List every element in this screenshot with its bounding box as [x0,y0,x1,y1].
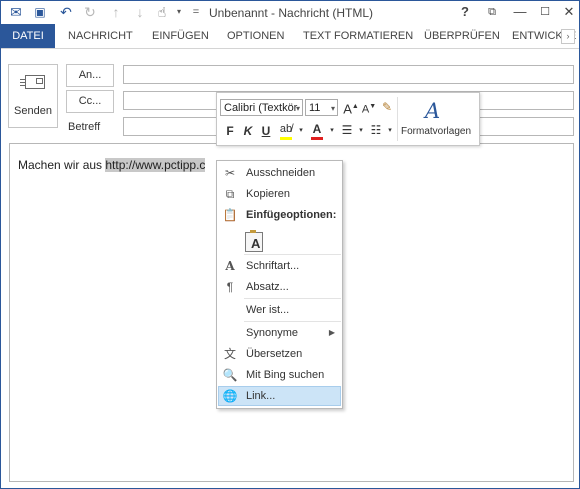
tab-datei[interactable]: DATEI [1,24,55,48]
clipboard-icon: 📋 [222,208,238,222]
undo-icon[interactable]: ↶ [58,4,74,20]
menu-item-cut[interactable]: ✂ Ausschneiden [218,163,341,183]
tab-einfuegen[interactable]: EINFÜGEN [152,24,209,48]
tab-nachricht[interactable]: NACHRICHT [68,24,133,48]
underline-button[interactable]: U [257,122,275,140]
mini-toolbar: Calibri (Textkör ▾ 11 ▾ A▲ A▼ ✎ F K U ab… [216,92,480,146]
styles-label: Formatvorlagen [401,126,472,137]
help-button[interactable]: ? [456,4,474,20]
format-painter-icon[interactable]: ✎ [378,98,396,116]
to-button[interactable]: An... [66,64,114,87]
font-color-bar [311,137,323,140]
scissors-icon: ✂ [224,166,236,180]
search-icon: 🔍 [222,368,238,382]
to-field[interactable] [123,65,574,84]
link-icon: 🌐 [222,389,238,403]
menu-item-link[interactable]: 🌐 Link... [218,386,341,406]
menu-item-translate[interactable]: 文 Übersetzen [218,344,341,364]
font-size-dropdown[interactable]: 11 ▾ [305,99,338,116]
font-icon: A [225,259,235,273]
paste-keep-formatting-icon[interactable]: A [245,230,263,252]
send-label: Senden [14,105,52,117]
menu-separator [244,298,341,299]
styles-icon: A [425,99,441,123]
menu-item-paragraph[interactable]: ¶ Absatz... [218,277,341,297]
context-menu: ✂ Ausschneiden ⧉ Kopieren 📋 Einfügeoptio… [216,160,343,409]
ribbon-scroll-right-button[interactable]: › [561,29,575,44]
menu-item-label: Ausschneiden [246,167,316,179]
grow-font-glyph: A [343,101,352,117]
menu-item-bing[interactable]: 🔍 Mit Bing suchen [218,365,341,385]
bold-button[interactable]: F [221,122,239,140]
menu-item-label: Übersetzen [246,348,303,360]
font-name-dropdown[interactable]: Calibri (Textkör ▾ [220,99,303,116]
menu-item-label: Absatz... [246,281,289,293]
styles-button[interactable]: A Formatvorlagen [401,97,471,141]
selected-link-text[interactable]: http://www.pctipp.c [105,158,206,172]
title-bar: ✉ ▣ ↶ ↻ ↑ ↓ ☝ ▾ = Unbenannt - Nachricht … [1,1,579,23]
message-text-plain: Machen wir aus [18,158,106,172]
menu-item-label: Synonyme [246,327,298,339]
close-button[interactable]: ✕ [560,4,578,20]
italic-button[interactable]: K [239,122,257,140]
menu-separator [244,254,341,255]
copy-icon: ⧉ [225,187,235,201]
touch-mode-dropdown-icon[interactable]: ▾ [171,4,187,20]
shrink-font-icon[interactable]: A▼ [360,98,378,116]
grow-font-icon[interactable]: A▲ [342,98,360,116]
maximize-button[interactable]: ☐ [536,4,554,20]
submenu-arrow-icon: ▶ [328,328,335,337]
menu-item-label: Schriftart... [246,260,300,272]
menu-item-who-is[interactable]: Wer ist... [218,300,341,320]
tab-text-formatieren[interactable]: TEXT FORMATIEREN [303,24,413,48]
menu-separator [244,321,341,322]
menu-item-copy[interactable]: ⧉ Kopieren [218,184,341,204]
outlook-logo-icon[interactable]: ✉ [8,4,24,20]
font-size-value: 11 [309,102,321,114]
menu-item-font[interactable]: A Schriftart... [218,256,341,276]
tab-optionen[interactable]: OPTIONEN [227,24,284,48]
chevron-down-icon: ▾ [330,104,335,113]
font-name-value: Calibri (Textkör [224,102,298,114]
arrow-down-icon[interactable]: ↓ [132,4,148,20]
ribbon-tabs: DATEI NACHRICHT EINFÜGEN OPTIONEN TEXT F… [1,24,579,49]
ribbon-display-options-icon[interactable]: ⧉ [483,4,501,20]
chevron-down-icon: ▾ [295,104,300,113]
menu-header-label: Einfügeoptionen: [246,209,337,221]
menu-item-label: Wer ist... [246,304,290,316]
menu-header-paste-options: 📋 Einfügeoptionen: [218,205,341,225]
minimize-button[interactable]: — [511,4,529,20]
subject-label: Betreff [68,121,101,133]
tab-ueberpruefen[interactable]: ÜBERPRÜFEN [424,24,500,48]
menu-item-synonyms[interactable]: Synonyme ▶ [218,323,341,343]
paragraph-icon: ¶ [226,280,234,294]
toolbar-divider [397,97,398,141]
send-mail-icon [20,75,45,89]
save-icon[interactable]: ▣ [32,4,48,20]
arrow-up-icon[interactable]: ↑ [108,4,124,20]
paste-keep-glyph: A [251,236,261,251]
menu-item-label: Kopieren [246,188,291,200]
touch-mode-icon[interactable]: ☝ [154,4,170,20]
redo-icon[interactable]: ↻ [82,4,98,20]
send-button[interactable]: Senden [8,64,58,128]
message-text[interactable]: Machen wir aus http://www.pctipp.c [18,158,206,172]
highlight-color-bar [280,137,292,140]
menu-item-label: Mit Bing suchen [246,369,325,381]
cc-button[interactable]: Cc... [66,90,114,113]
translate-icon: 文 [223,347,236,361]
window-title: Unbenannt - Nachricht (HTML) [208,6,374,20]
menu-item-label: Link... [246,390,276,402]
